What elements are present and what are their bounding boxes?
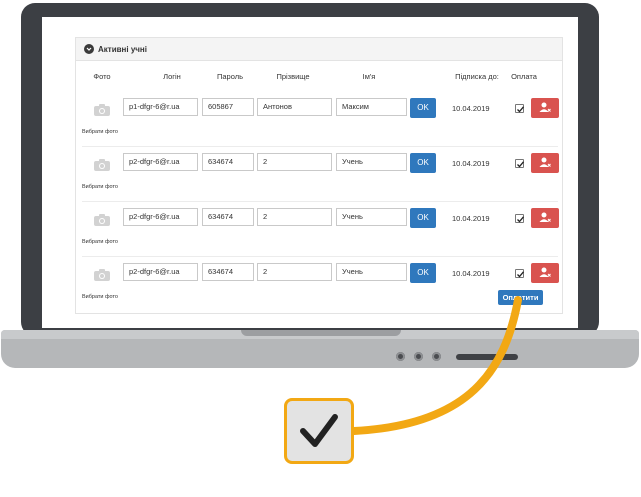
checkbox-callout [284, 398, 354, 464]
checkmark-icon [300, 414, 338, 447]
